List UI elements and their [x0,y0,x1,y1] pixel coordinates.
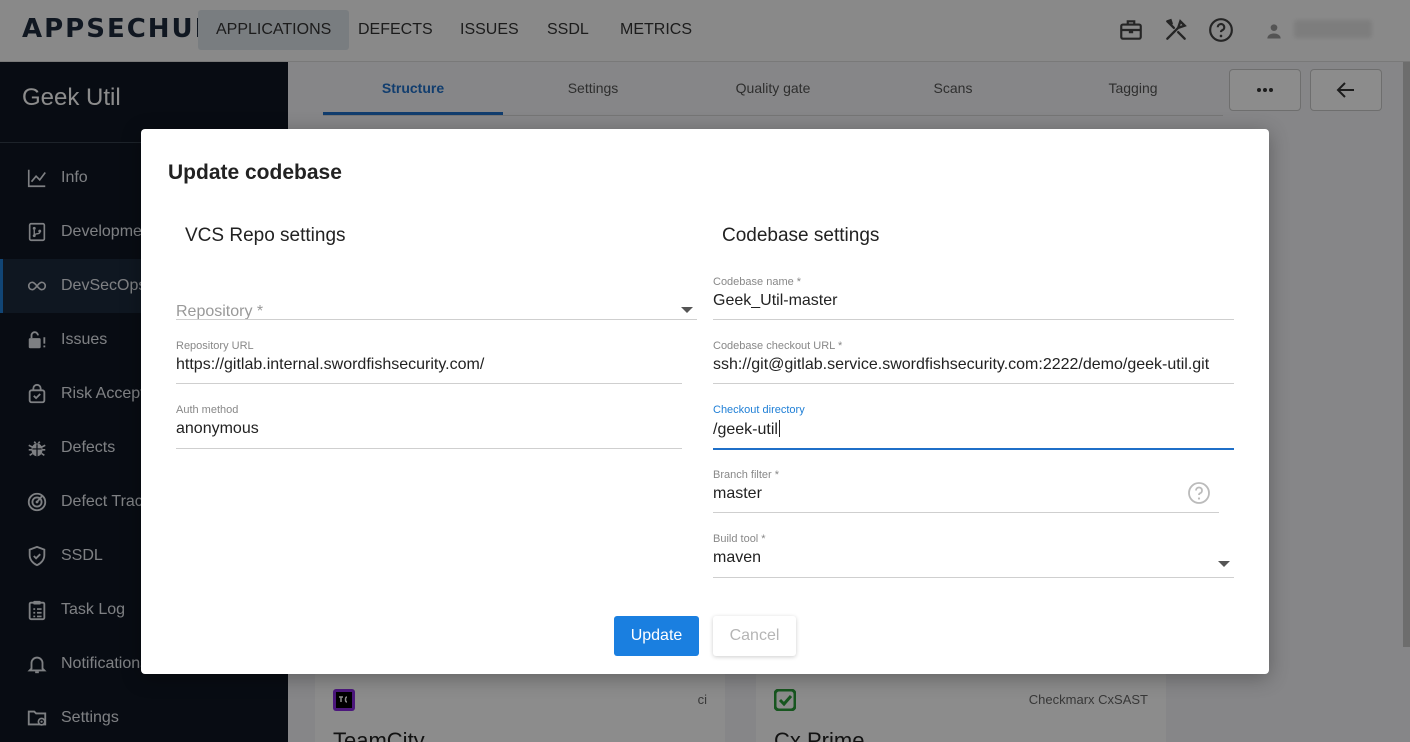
field-label: Codebase checkout URL * [713,340,843,352]
field-value: Geek_Util-master [713,292,838,309]
field-label: Branch filter * [713,469,780,481]
text-cursor [778,420,780,437]
field-underline [713,319,1234,320]
chevron-down-icon [681,307,693,313]
field-value: ssh://git@gitlab.service.swordfishsecuri… [713,356,1210,373]
auth-method-field[interactable]: Auth method anonymous [176,404,682,449]
checkout-directory-field[interactable]: Checkout directory /geek-util [713,404,1234,450]
field-label: Checkout directory [713,404,805,416]
field-value: master [713,485,762,502]
codebase-name-field[interactable]: Codebase name * Geek_Util-master [713,276,1234,320]
field-underline [176,383,682,384]
vcs-section-title: VCS Repo settings [185,225,346,246]
field-value: maven [713,549,762,566]
field-underline [176,319,697,320]
build-tool-select[interactable]: Build tool * maven [713,533,1234,578]
checkout-directory-text: /geek-util [713,421,778,438]
repository-select[interactable]: Repository * [176,279,697,320]
field-value: /geek-util [713,420,780,439]
field-label: Auth method [176,404,239,416]
repository-url-field[interactable]: Repository URL https://gitlab.internal.s… [176,340,682,384]
chevron-down-icon [1218,561,1230,567]
field-underline-focused [713,448,1234,450]
field-underline [713,383,1234,384]
field-underline [713,577,1234,578]
dialog-title: Update codebase [168,161,342,184]
field-label: Codebase name * [713,276,802,288]
field-label: Build tool * [713,533,766,545]
cancel-button[interactable]: Cancel [713,616,796,656]
field-underline [713,512,1219,513]
update-button[interactable]: Update [614,616,699,656]
field-value: anonymous [176,420,259,437]
field-underline [176,448,682,449]
field-label: Repository URL [176,340,254,352]
help-icon[interactable] [1187,481,1211,505]
field-value: https://gitlab.internal.swordfishsecurit… [176,356,485,373]
branch-filter-field[interactable]: Branch filter * master [713,469,1219,513]
update-codebase-dialog: Update codebase VCS Repo settings Codeba… [141,129,1269,674]
codebase-section-title: Codebase settings [722,225,880,246]
codebase-checkout-url-field[interactable]: Codebase checkout URL * ssh://git@gitlab… [713,340,1234,384]
